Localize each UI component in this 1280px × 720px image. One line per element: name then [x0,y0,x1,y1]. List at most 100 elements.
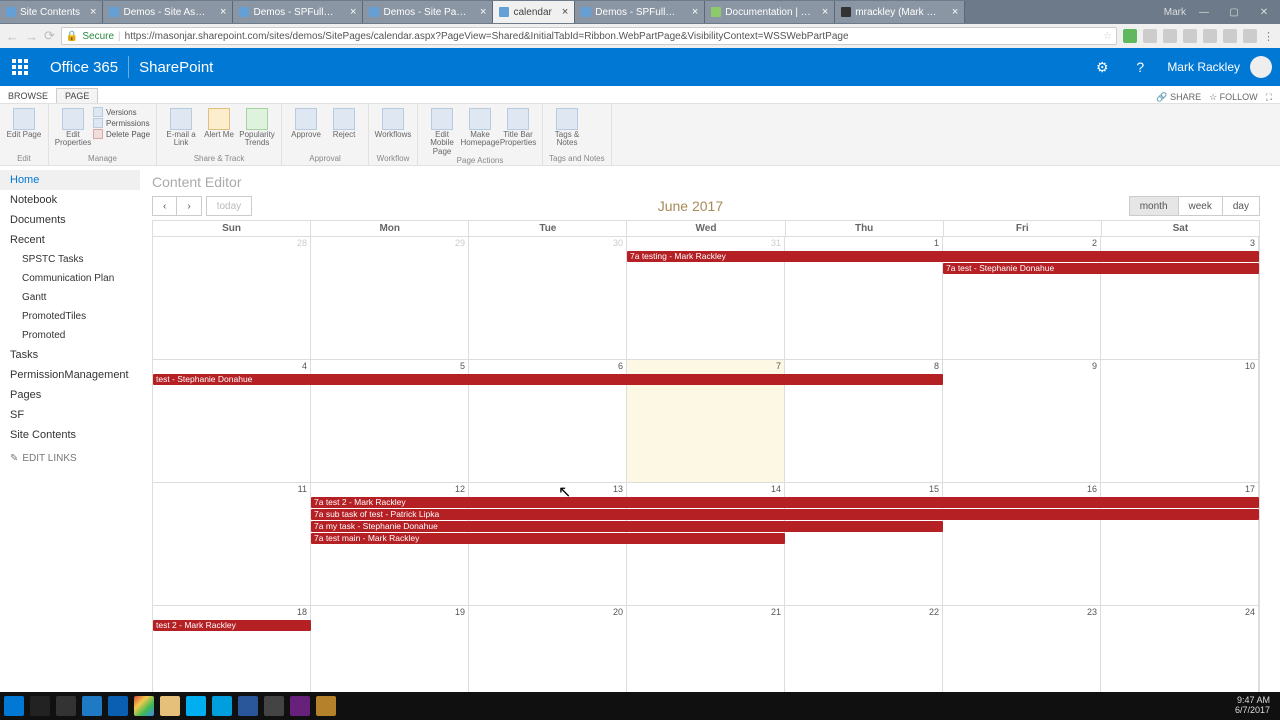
nav-sf[interactable]: SF [0,405,140,425]
chrome-icon[interactable] [134,696,154,716]
share-button[interactable]: 🔗 SHARE [1156,92,1201,103]
tab-close-icon[interactable]: × [480,6,486,18]
taskbar-search-icon[interactable] [30,696,50,716]
calendar-day-cell[interactable]: 28 [153,237,311,360]
workflows-button[interactable]: Workflows [375,106,411,139]
cal-next-button[interactable]: › [177,196,201,216]
title-bar-button[interactable]: Title Bar Properties [500,106,536,148]
reload-button[interactable]: ⟳ [44,28,55,44]
nav-tasks[interactable]: Tasks [0,345,140,365]
nav-documents[interactable]: Documents [0,210,140,230]
settings-app-icon[interactable] [264,696,284,716]
edit-mobile-button[interactable]: Edit Mobile Page [424,106,460,156]
browser-tab[interactable]: mrackley (Mark Rackley)× [835,1,965,23]
edit-links-button[interactable]: ✎ EDIT LINKS [0,445,140,472]
minimize-button[interactable]: — [1192,3,1216,21]
calendar-day-cell[interactable]: 29 [311,237,469,360]
ie-icon[interactable] [82,696,102,716]
calendar-day-cell[interactable]: 11 [153,483,311,606]
nav-home[interactable]: Home [0,170,140,190]
skype-icon[interactable] [212,696,232,716]
reject-button[interactable]: Reject [326,106,362,139]
nav-recent-item[interactable]: Gantt [0,288,140,307]
suite-user-name[interactable]: Mark Rackley [1161,60,1246,74]
tab-close-icon[interactable]: × [90,6,96,18]
tab-close-icon[interactable]: × [692,6,698,18]
forward-button[interactable]: → [25,29,38,44]
calendar-event[interactable]: test - Stephanie Donahue [153,374,943,385]
ribbon-tab-page[interactable]: PAGE [56,88,98,103]
visual-studio-icon[interactable] [290,696,310,716]
browser-tab[interactable]: Documentation | FullC…× [705,1,835,23]
back-button[interactable]: ← [6,29,19,44]
file-explorer-icon[interactable] [160,696,180,716]
help-icon[interactable]: ? [1123,48,1157,86]
start-button[interactable] [4,696,24,716]
word-icon[interactable] [238,696,258,716]
suite-product-label[interactable]: Office 365 [40,59,128,76]
tab-close-icon[interactable]: × [220,6,226,18]
calendar-day-cell[interactable]: 9 [943,360,1101,483]
cal-prev-button[interactable]: ‹ [152,196,177,216]
browser-tab[interactable]: Site Contents× [0,1,103,23]
calendar-day-cell[interactable]: 30 [469,237,627,360]
extension-icon[interactable] [1223,29,1237,43]
alert-me-button[interactable]: Alert Me [201,106,237,139]
extension-icon[interactable] [1163,29,1177,43]
browser-tab[interactable]: Demos - Site Assets - A…× [103,1,233,23]
skype-business-icon[interactable] [186,696,206,716]
maximize-button[interactable]: ▢ [1222,3,1246,21]
settings-icon[interactable]: ⚙ [1085,48,1119,86]
tab-close-icon[interactable]: × [822,6,828,18]
focus-button[interactable]: ⛶ [1266,92,1272,103]
popularity-button[interactable]: Popularity Trends [239,106,275,148]
app-icon[interactable] [316,696,336,716]
nav-recent[interactable]: Recent [0,230,140,250]
view-week-button[interactable]: week [1179,196,1223,216]
edit-properties-button[interactable]: Edit Properties [55,106,91,148]
extension-icon[interactable] [1183,29,1197,43]
nav-permission-mgmt[interactable]: PermissionManagement [0,365,140,385]
app-launcher-icon[interactable] [0,48,40,86]
nav-recent-item[interactable]: SPSTC Tasks [0,250,140,269]
task-view-icon[interactable] [56,696,76,716]
suite-app-label[interactable]: SharePoint [129,59,223,76]
nav-recent-item[interactable]: PromotedTiles [0,307,140,326]
nav-notebook[interactable]: Notebook [0,190,140,210]
tab-close-icon[interactable]: × [562,6,568,18]
calendar-event[interactable]: test 2 - Mark Rackley [153,620,311,631]
nav-recent-item[interactable]: Promoted [0,326,140,345]
calendar-event[interactable]: 7a test main - Mark Rackley [311,533,785,544]
tags-notes-button[interactable]: Tags & Notes [549,106,585,148]
url-input[interactable]: 🔒 Secure | https://masonjar.sharepoint.c… [61,27,1117,45]
extension-icon[interactable] [1143,29,1157,43]
chrome-menu-icon[interactable]: ⋮ [1263,30,1274,43]
extension-icon[interactable] [1243,29,1257,43]
calendar-day-cell[interactable]: 10 [1101,360,1259,483]
calendar-event[interactable]: 7a test 2 - Mark Rackley [311,497,1259,508]
chrome-user-label[interactable]: Mark [1164,7,1186,18]
email-link-button[interactable]: E-mail a Link [163,106,199,148]
permissions-button[interactable]: Permissions [93,118,150,128]
make-homepage-button[interactable]: Make Homepage [462,106,498,148]
extension-icon[interactable] [1123,29,1137,43]
browser-tab[interactable]: Demos - SPFullCalend…× [575,1,705,23]
view-day-button[interactable]: day [1223,196,1260,216]
calendar-event[interactable]: 7a testing - Mark Rackley [627,251,1259,262]
browser-tab[interactable]: Demos - SPFullCalend…× [233,1,363,23]
nav-pages[interactable]: Pages [0,385,140,405]
browser-tab[interactable]: calendar× [493,1,575,23]
edge-icon[interactable] [108,696,128,716]
cal-today-button[interactable]: today [206,196,252,216]
avatar[interactable] [1250,56,1272,78]
extension-icon[interactable] [1203,29,1217,43]
edit-page-button[interactable]: Edit Page [6,106,42,139]
nav-site-contents[interactable]: Site Contents [0,425,140,445]
close-window-button[interactable]: ✕ [1252,3,1276,21]
calendar-event[interactable]: 7a my task - Stephanie Donahue [311,521,943,532]
browser-tab[interactable]: Demos - Site Pages - A…× [363,1,493,23]
tab-close-icon[interactable]: × [952,6,958,18]
calendar-event[interactable]: 7a sub task of test - Patrick Lipka [311,509,1259,520]
ribbon-tab-browse[interactable]: BROWSE [0,89,56,103]
follow-button[interactable]: ☆ FOLLOW [1209,92,1258,103]
